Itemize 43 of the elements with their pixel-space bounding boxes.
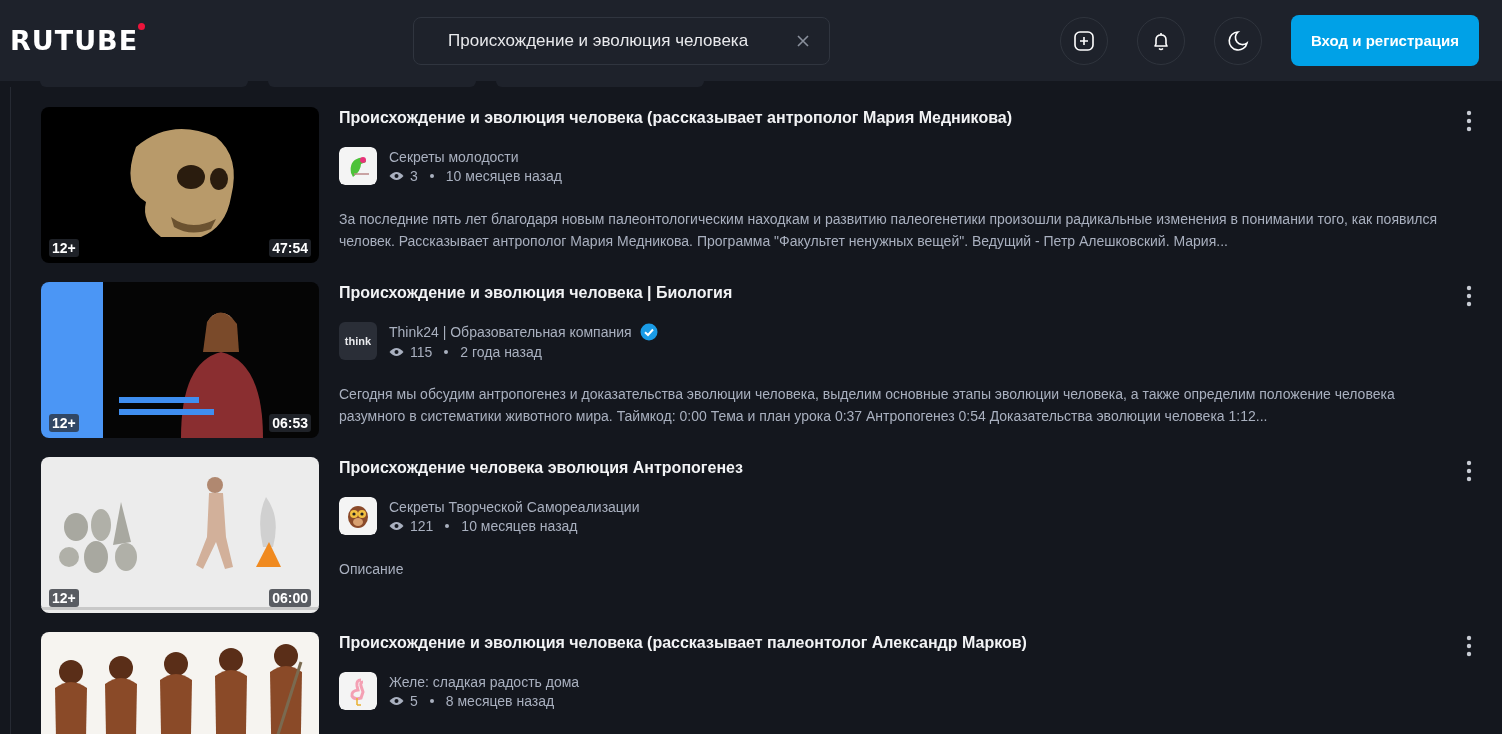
channel-name[interactable]: Think24 | Образовательная компания xyxy=(389,323,632,340)
eye-icon xyxy=(389,695,404,706)
channel-name[interactable]: Желе: сладкая радость дома xyxy=(389,673,580,690)
channel-name[interactable]: Секреты Творческой Самореализации xyxy=(389,498,640,515)
more-icon[interactable] xyxy=(1466,284,1472,308)
flamingo-icon xyxy=(339,672,377,710)
video-duration: 47:54 xyxy=(269,239,311,257)
video-title[interactable]: Происхождение и эволюция человека | Биология xyxy=(339,284,733,308)
search-field[interactable]: Происхождение и эволюция человека xyxy=(413,16,831,65)
video-description: Сегодня мы обсудим антропогенез и доказательства эволюции человека, выделим основные этапы эволюции человека, а также определим положение человека разумного в систематики животного мира. Таймкод: 0:00 Тема и план урока 0:37 Антропогенез 0:54 Доказательства эволюции человека 1:12... xyxy=(339,385,1396,426)
view-count: 121 xyxy=(410,517,434,534)
video-duration: 06:00 xyxy=(269,589,311,607)
more-icon[interactable] xyxy=(1466,459,1472,483)
video-description: За последние пять лет благодаря новым палеонтологическим находкам и развитию палеогенетики произошли радикальные изменения в понимании того, как появился человек. Рассказывает антрополог Мария Медникова. Программа "Факультет ненужных вещей". Ведущий - Петр Алешковский. Мария... xyxy=(339,210,1438,251)
publish-date: 10 месяцев назад xyxy=(461,517,578,534)
view-count: 5 xyxy=(410,692,418,709)
logo-dot-icon xyxy=(138,23,146,30)
more-icon[interactable] xyxy=(1466,109,1472,133)
age-rating: 12+ xyxy=(49,239,79,257)
eye-icon xyxy=(389,346,404,357)
publish-date: 2 года назад xyxy=(460,343,542,360)
video-duration: 06:53 xyxy=(269,414,311,432)
video-title[interactable]: Происхождение человека эволюция Антропогенез xyxy=(339,459,743,483)
logo[interactable]: RUTUBE xyxy=(10,27,139,54)
close-icon[interactable] xyxy=(796,33,811,48)
video-title[interactable]: Происхождение и эволюция человека (рассказывает палеонтолог Александр Марков) xyxy=(339,634,1027,658)
moon-icon xyxy=(1226,28,1250,53)
age-rating: 12+ xyxy=(49,589,79,607)
parrot-icon xyxy=(339,147,377,185)
publish-date: 8 месяцев назад xyxy=(445,692,555,709)
publish-date: 10 месяцев назад xyxy=(445,167,562,184)
view-count: 115 xyxy=(410,343,433,360)
eye-icon xyxy=(389,170,404,181)
channel-avatar: think xyxy=(339,322,377,360)
age-rating: 12+ xyxy=(49,414,79,432)
eye-icon xyxy=(389,520,404,531)
video-title[interactable]: Происхождение и эволюция человека (рассказывает антрополог Мария Медникова) xyxy=(339,109,1012,133)
more-icon[interactable] xyxy=(1466,634,1472,658)
owl-icon xyxy=(339,497,377,535)
plus-icon xyxy=(1073,29,1095,52)
view-count: 3 xyxy=(410,167,418,184)
channel-name[interactable]: Секреты молодости xyxy=(389,148,519,165)
video-description: Описание xyxy=(339,560,405,579)
